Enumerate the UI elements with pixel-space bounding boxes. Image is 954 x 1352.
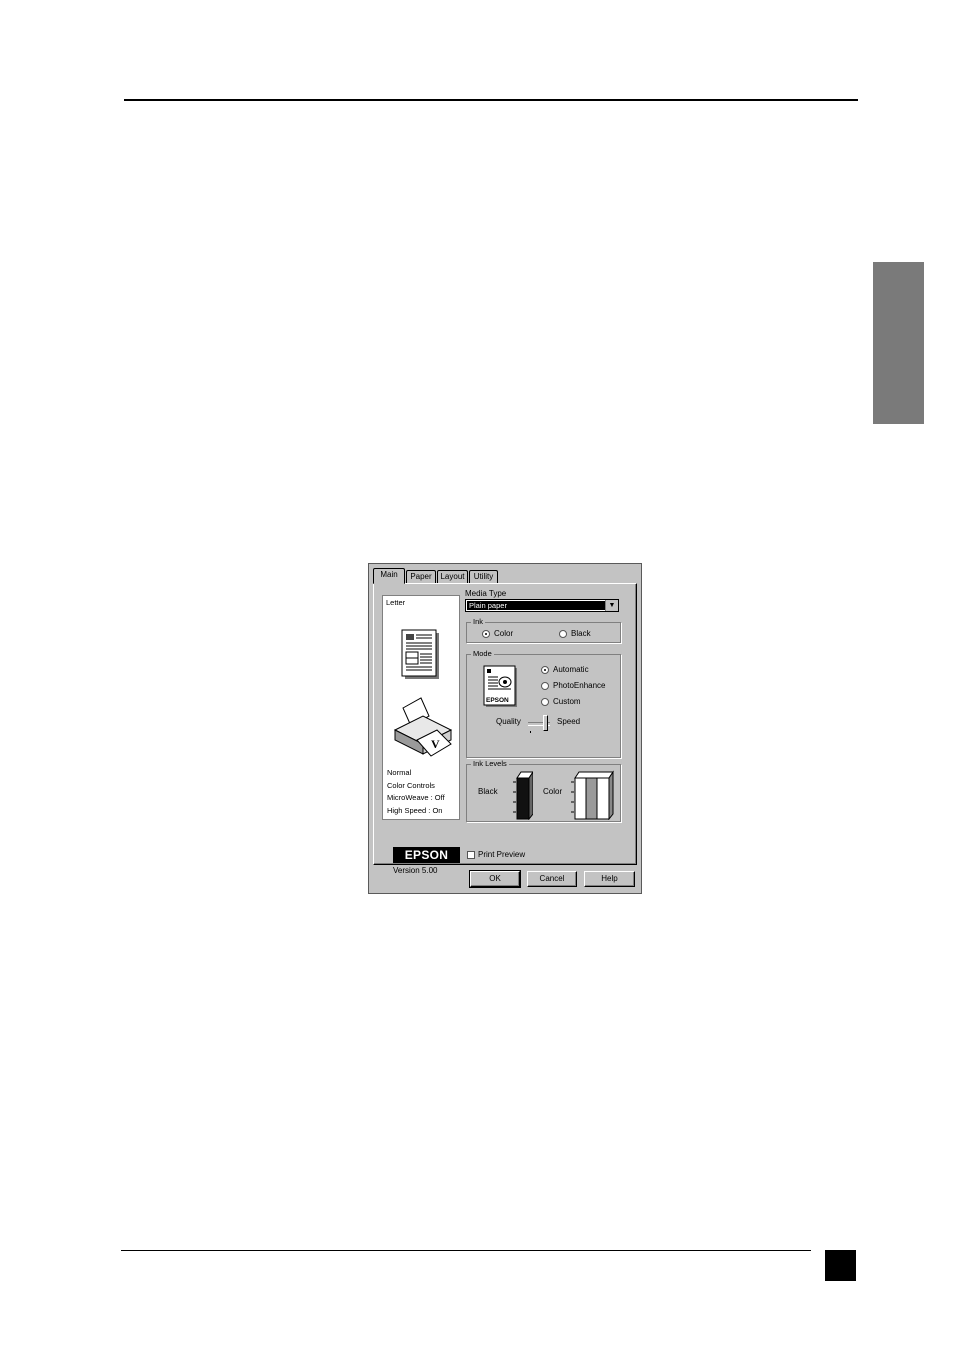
mode-group-title: Mode xyxy=(471,649,494,658)
mode-custom-radio[interactable] xyxy=(541,698,549,706)
black-ink-label: Black xyxy=(478,787,498,796)
mode-photoenhance-radio[interactable] xyxy=(541,682,549,690)
footer-rule xyxy=(121,1250,811,1251)
slider-tick xyxy=(530,731,531,733)
media-type-select[interactable]: Plain paper ▼ xyxy=(465,599,619,612)
ink-black-label: Black xyxy=(571,629,591,638)
black-ink-gauge xyxy=(513,771,533,820)
tab-utility[interactable]: Utility xyxy=(469,570,498,583)
printer-icon: V xyxy=(393,697,453,757)
help-button[interactable]: Help xyxy=(584,871,635,887)
tab-layout[interactable]: Layout xyxy=(437,570,468,583)
mode-photoenhance-label: PhotoEnhance xyxy=(553,681,606,690)
document-icon xyxy=(401,629,439,679)
main-tab-panel: Letter V Normal Color Controls MicroWeav… xyxy=(373,583,637,875)
color-ink-label: Color xyxy=(543,787,563,796)
ink-color-radio[interactable] xyxy=(482,630,490,638)
svg-text:V: V xyxy=(431,737,440,751)
ink-levels-group: Ink Levels Black Color xyxy=(466,759,621,822)
media-type-value: Plain paper xyxy=(467,601,606,610)
status-high-speed: High Speed : On xyxy=(387,805,443,815)
status-microweave: MicroWeave : Off xyxy=(387,793,445,802)
status-list: Normal Color Controls MicroWeave : Off H… xyxy=(387,767,445,817)
printer-properties-dialog: Main Paper Layout Utility Letter V Norma… xyxy=(368,563,642,894)
ink-levels-title: Ink Levels xyxy=(471,759,509,768)
tab-main[interactable]: Main xyxy=(373,568,405,584)
ink-color-label: Color xyxy=(494,629,514,638)
ink-group: Ink Color Black xyxy=(466,617,621,643)
print-preview-label: Print Preview xyxy=(478,850,526,859)
mode-automatic-radio[interactable] xyxy=(541,666,549,674)
cancel-button[interactable]: Cancel xyxy=(527,871,577,887)
chapter-tab-marker xyxy=(873,262,924,424)
tab-paper[interactable]: Paper xyxy=(406,570,436,583)
mode-icon-text: EPSON xyxy=(486,697,509,704)
print-preview-checkbox[interactable] xyxy=(467,851,475,859)
driver-version: Version 5.00 xyxy=(393,866,438,875)
status-color-controls: Color Controls xyxy=(387,780,435,790)
mode-automatic-label: Automatic xyxy=(553,665,589,674)
ink-group-title: Ink xyxy=(471,617,486,626)
header-rule xyxy=(124,99,858,101)
color-ink-gauge xyxy=(571,770,614,820)
status-quality: Normal xyxy=(387,768,412,777)
epson-logo: EPSON xyxy=(393,847,460,863)
ink-black-radio[interactable] xyxy=(559,630,567,638)
mode-custom-label: Custom xyxy=(553,697,581,706)
paper-size-label: Letter xyxy=(386,598,406,607)
quality-speed-slider-thumb[interactable] xyxy=(543,715,548,731)
page-number-box xyxy=(825,1250,856,1281)
slider-quality-label: Quality xyxy=(496,717,521,726)
chevron-down-icon[interactable]: ▼ xyxy=(605,600,618,611)
ok-button[interactable]: OK xyxy=(469,870,521,888)
media-type-label: Media Type xyxy=(465,589,507,598)
settings-preview: Letter V Normal Color Controls MicroWeav… xyxy=(382,595,460,820)
slider-speed-label: Speed xyxy=(557,717,581,726)
mode-group: Mode EPSON Automatic PhotoEnhance Custom… xyxy=(466,649,621,758)
